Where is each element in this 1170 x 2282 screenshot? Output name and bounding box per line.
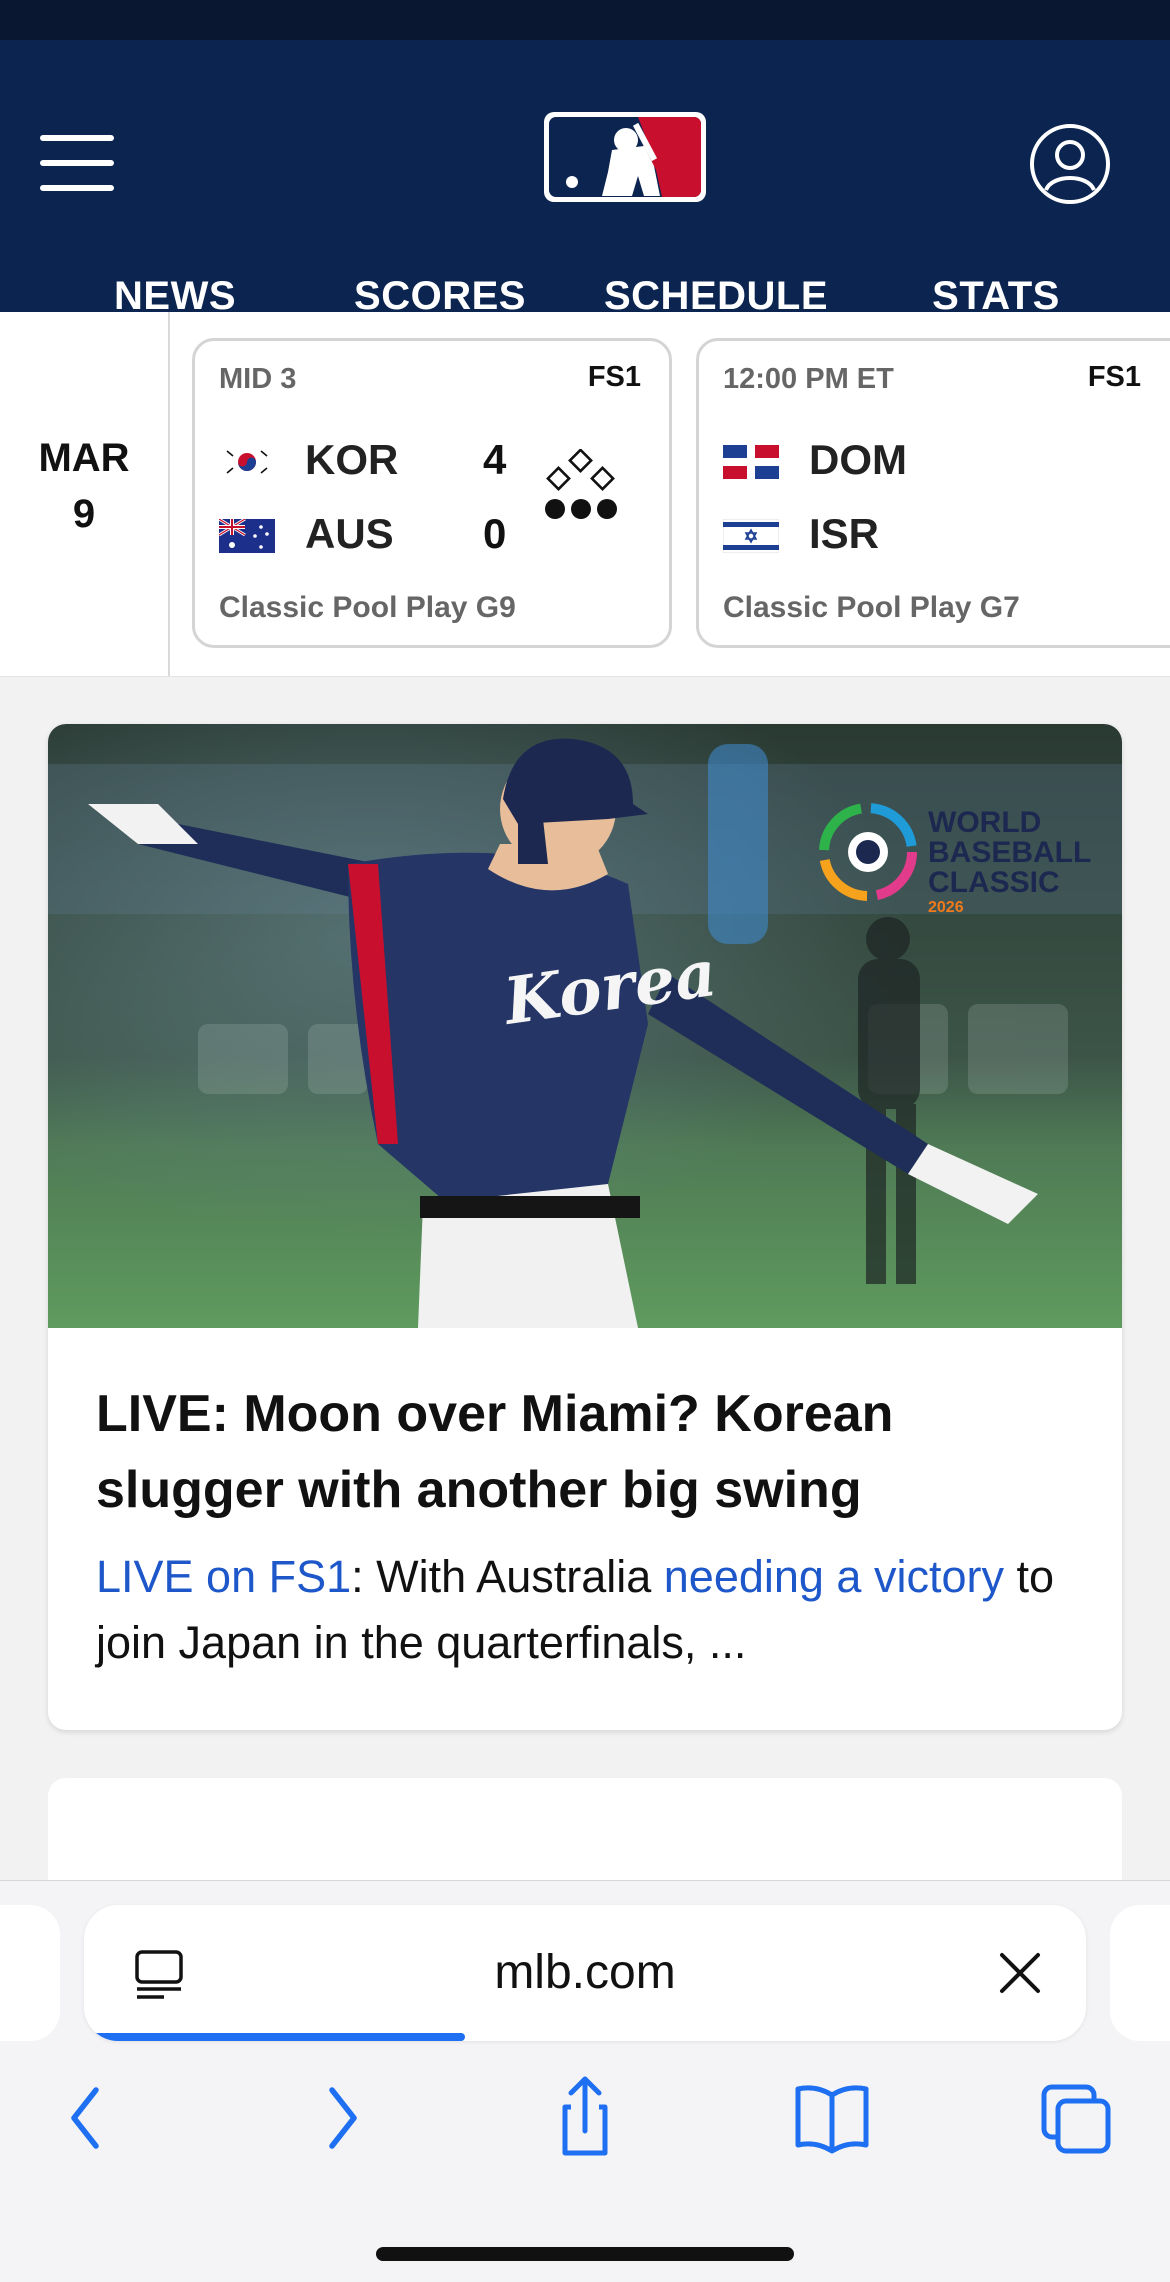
- tabs-icon[interactable]: [1030, 2073, 1130, 2163]
- israel-flag-icon: [723, 519, 779, 553]
- mlb-logo[interactable]: [542, 110, 708, 204]
- featured-story-card[interactable]: Korea WORLD BASEBALL CLASSIC 2026 LIVE: …: [48, 724, 1122, 1730]
- forward-chevron-icon[interactable]: [290, 2073, 390, 2163]
- address-bar[interactable]: mlb.com: [84, 1905, 1086, 2041]
- game-network: FS1: [587, 361, 641, 393]
- svg-text:CLASSIC: CLASSIC: [928, 866, 1060, 899]
- story-headline[interactable]: LIVE: Moon over Miami? Korean slugger wi…: [96, 1376, 1076, 1528]
- date-day: 9: [72, 492, 96, 536]
- base-runners-diamond-icon: [543, 448, 619, 493]
- south-korea-flag-icon: [219, 445, 275, 479]
- game-description: Classic Pool Play G9: [219, 591, 516, 624]
- needing-a-victory-link[interactable]: needing a victory: [664, 1551, 1004, 1602]
- hamburger-menu-icon[interactable]: [40, 135, 114, 191]
- scoreboard-date: MAR 9: [0, 312, 170, 676]
- team-abbr: ISR: [809, 510, 880, 557]
- team-abbr: KOR: [305, 436, 399, 483]
- svg-text:WORLD: WORLD: [928, 806, 1041, 839]
- svg-text:2026: 2026: [928, 899, 964, 916]
- story-summary: LIVE on FS1: With Australia needing a vi…: [96, 1544, 1086, 1676]
- team-abbr: DOM: [809, 436, 907, 483]
- browser-toolbar: mlb.com: [0, 1880, 1170, 2282]
- previous-tab-preview[interactable]: [0, 1905, 60, 2041]
- close-x-icon[interactable]: [998, 1951, 1042, 1995]
- story-hero-image[interactable]: Korea WORLD BASEBALL CLASSIC 2026: [48, 724, 1122, 1328]
- team-row-away: DOM: [723, 435, 1043, 485]
- outs-indicator: [543, 499, 619, 521]
- status-bar: [0, 0, 1170, 40]
- game-card-kor-aus[interactable]: MID 3 FS1 KOR 4 AUS 0 Classic Pool Play …: [192, 338, 672, 648]
- team-abbr: AUS: [305, 510, 394, 557]
- summary-text: : With Australia: [351, 1551, 664, 1602]
- dominican-republic-flag-icon: [723, 445, 779, 479]
- game-network: FS1: [1087, 361, 1141, 393]
- url-text[interactable]: mlb.com: [84, 1905, 1086, 2041]
- australia-flag-icon: [219, 519, 275, 553]
- team-row-home: ISR: [723, 509, 1043, 559]
- bookmarks-book-icon[interactable]: [782, 2073, 882, 2163]
- team-row-home: AUS 0: [219, 509, 539, 559]
- team-score: 4: [483, 436, 507, 483]
- site-header: NEWS SCORES SCHEDULE STATS: [0, 40, 1170, 318]
- team-score: 0: [483, 510, 507, 557]
- next-tab-preview[interactable]: [1110, 1905, 1170, 2041]
- svg-text:BASEBALL: BASEBALL: [928, 836, 1091, 869]
- game-status: 12:00 PM ET: [723, 363, 894, 395]
- date-month: MAR: [38, 436, 130, 480]
- game-card-dom-isr[interactable]: 12:00 PM ET FS1 DOM ISR Classic Pool Pla…: [696, 338, 1170, 648]
- game-status: MID 3: [219, 363, 297, 395]
- user-account-icon[interactable]: [1028, 122, 1112, 206]
- team-row-away: KOR 4: [219, 435, 539, 485]
- back-chevron-icon[interactable]: [38, 2073, 138, 2163]
- live-on-fs1-link[interactable]: LIVE on FS1: [96, 1551, 351, 1602]
- share-icon[interactable]: [535, 2073, 635, 2163]
- scoreboard-strip: MAR 9 MID 3 FS1 KOR 4 AUS 0 Classic Pool…: [0, 312, 1170, 677]
- home-indicator[interactable]: [376, 2247, 794, 2261]
- game-description: Classic Pool Play G7: [723, 591, 1020, 624]
- page-load-progress: [84, 2033, 465, 2041]
